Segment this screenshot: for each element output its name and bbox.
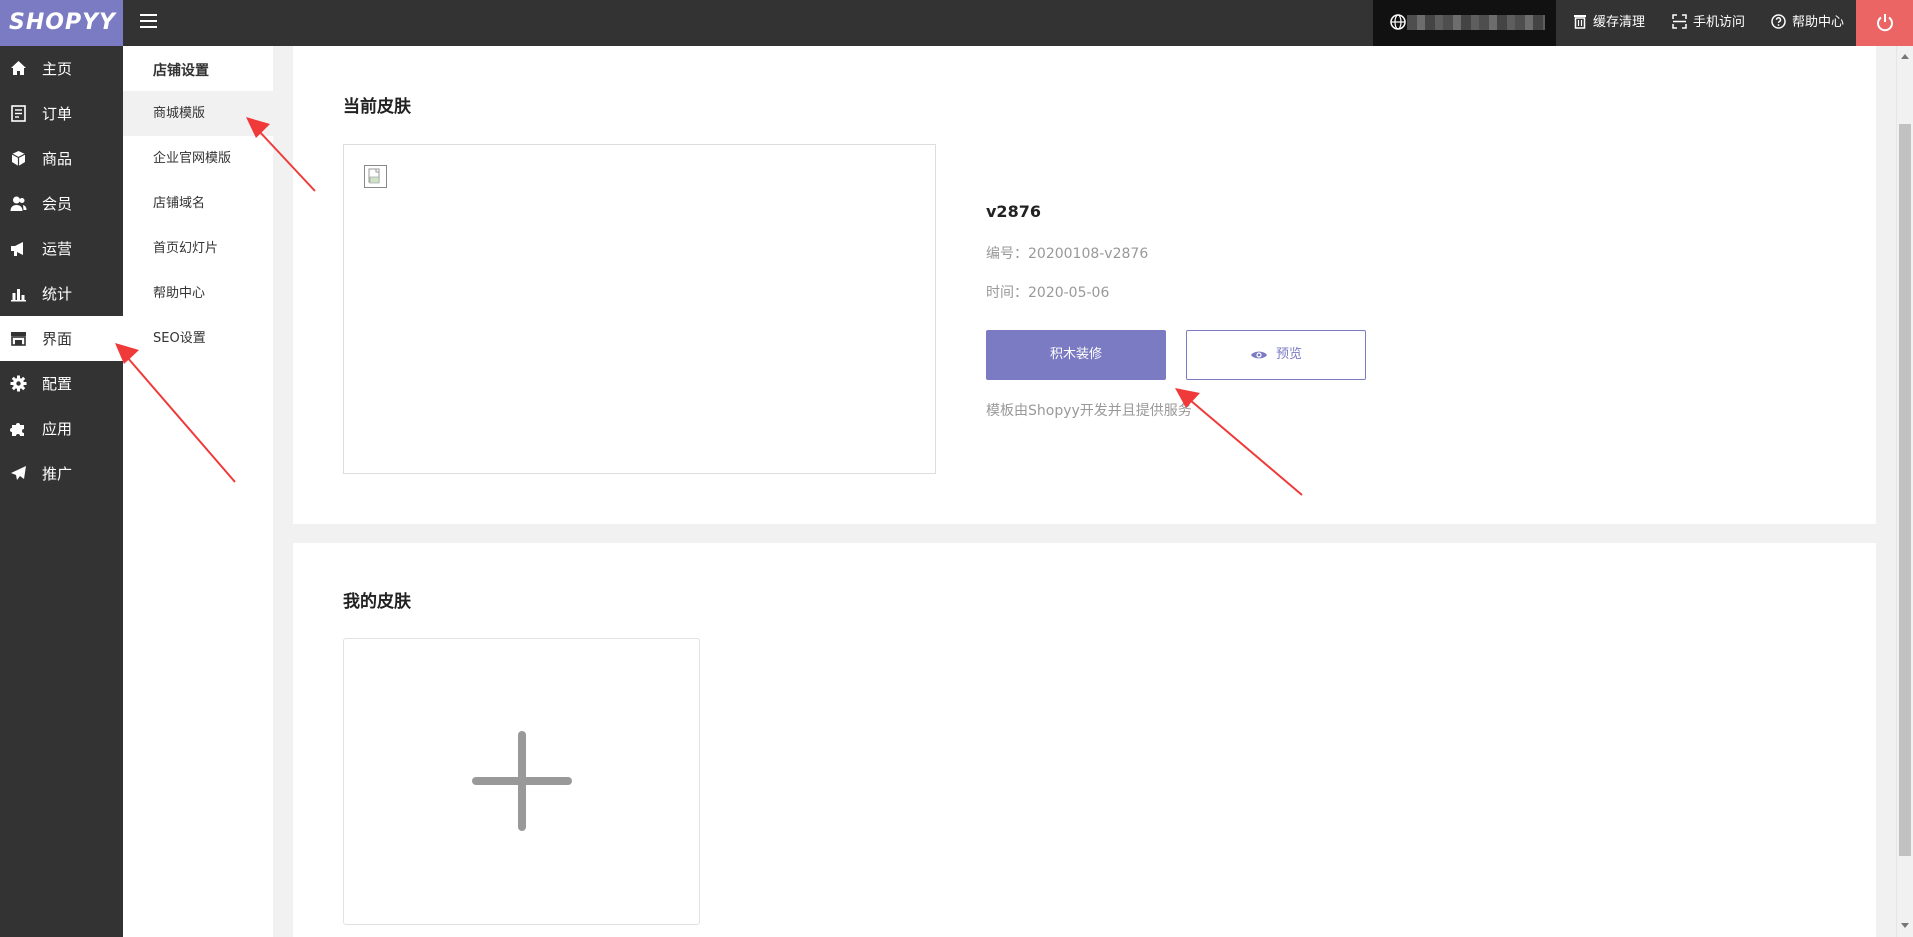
scan-icon: [1672, 14, 1687, 29]
mobile-visit-label: 手机访问: [1693, 15, 1746, 30]
scroll-up-arrow-icon[interactable]: [1901, 54, 1909, 59]
nav-item-operations[interactable]: 运营: [0, 226, 123, 271]
nav-item-label: 主页: [42, 60, 73, 78]
sub-sidebar: 店铺设置 商城模版 企业官网模版 店铺域名 首页幻灯片 帮助中心 SEO设置: [123, 46, 273, 937]
my-skins-panel: 我的皮肤: [293, 543, 1876, 937]
store-domain-selector[interactable]: [1373, 0, 1556, 46]
add-skin-button[interactable]: [343, 638, 700, 925]
nav-item-orders[interactable]: 订单: [0, 91, 123, 136]
scroll-down-arrow-icon[interactable]: [1901, 923, 1909, 928]
subnav-item-homepage-slides[interactable]: 首页幻灯片: [123, 226, 273, 271]
nav-item-apps[interactable]: 应用: [0, 406, 123, 451]
power-icon: [1877, 14, 1893, 32]
nav-item-statistics[interactable]: 统计: [0, 271, 123, 316]
preview-button[interactable]: 预览: [1186, 330, 1366, 380]
nav-item-label: 推广: [42, 465, 73, 483]
page-scrollbar[interactable]: [1896, 46, 1913, 937]
paper-plane-icon: [11, 466, 26, 480]
subnav-item-mall-template[interactable]: 商城模版: [123, 91, 273, 136]
help-center-label: 帮助中心: [1792, 15, 1845, 30]
scrollbar-thumb[interactable]: [1899, 124, 1911, 856]
clear-cache-label: 缓存清理: [1593, 15, 1646, 30]
nav-item-label: 界面: [42, 330, 73, 348]
nav-item-label: 应用: [42, 420, 73, 438]
help-center-link[interactable]: 帮助中心: [1771, 0, 1844, 46]
current-skin-title: 当前皮肤: [343, 97, 411, 117]
subnav-title: 店铺设置: [153, 63, 209, 79]
nav-item-products[interactable]: 商品: [0, 136, 123, 181]
nav-item-label: 配置: [42, 375, 73, 393]
skin-preview-image: [343, 144, 936, 474]
nav-item-members[interactable]: 会员: [0, 181, 123, 226]
top-bar: SHOPYY 缓存清理 手机访问 帮助中心: [0, 0, 1913, 46]
trash-icon: [1574, 15, 1586, 29]
help-icon: [1771, 14, 1786, 29]
subnav-item-store-domain[interactable]: 店铺域名: [123, 181, 273, 226]
broken-image-icon: [364, 165, 387, 188]
skin-code: 编号：20200108-v2876: [986, 246, 1149, 262]
menu-toggle-icon[interactable]: [140, 14, 157, 28]
nav-item-label: 订单: [42, 105, 73, 123]
subnav-item-seo-settings[interactable]: SEO设置: [123, 316, 273, 361]
nav-item-interface[interactable]: 界面: [0, 316, 123, 361]
shopyy-logo[interactable]: SHOPYY: [0, 0, 123, 46]
chart-icon: [11, 289, 26, 302]
current-skin-panel: 当前皮肤 v2876 编号：20200108-v2876 时间：2020-05-…: [293, 46, 1876, 524]
preview-button-label: 预览: [1275, 347, 1302, 362]
nav-item-label: 运营: [42, 240, 73, 258]
home-icon: [11, 61, 26, 75]
puzzle-icon: [10, 423, 24, 436]
nav-item-promotion[interactable]: 推广: [0, 451, 123, 496]
main-sidebar: 主页 订单 商品 会员 运营 统计 界面 配置 应用 推广: [0, 46, 123, 937]
template-provider-note: 模板由Shopyy开发并且提供服务: [986, 403, 1192, 419]
globe-icon: [1390, 14, 1406, 30]
nav-item-label: 统计: [42, 285, 73, 303]
blurred-domain: [1407, 15, 1545, 30]
gear-icon: [10, 375, 27, 392]
skin-time: 时间：2020-05-06: [986, 285, 1110, 301]
nav-item-label: 商品: [42, 150, 73, 168]
order-icon: [11, 105, 26, 122]
plus-icon-vertical: [518, 731, 526, 831]
users-icon: [10, 196, 27, 211]
mobile-visit-link[interactable]: 手机访问: [1672, 0, 1745, 46]
skin-name: v2876: [986, 202, 1041, 221]
logout-button[interactable]: [1856, 0, 1913, 46]
subnav-item-help-center[interactable]: 帮助中心: [123, 271, 273, 316]
box-icon: [11, 151, 26, 166]
nav-item-label: 会员: [42, 195, 73, 213]
subnav-item-corporate-template[interactable]: 企业官网模版: [123, 136, 273, 181]
my-skins-title: 我的皮肤: [343, 592, 411, 612]
block-decorate-button[interactable]: 积木装修: [986, 330, 1166, 380]
store-icon: [11, 332, 26, 346]
nav-item-home[interactable]: 主页: [0, 46, 123, 91]
nav-item-config[interactable]: 配置: [0, 361, 123, 406]
megaphone-icon: [11, 242, 23, 256]
clear-cache-link[interactable]: 缓存清理: [1573, 0, 1645, 46]
eye-icon: [1250, 351, 1267, 359]
